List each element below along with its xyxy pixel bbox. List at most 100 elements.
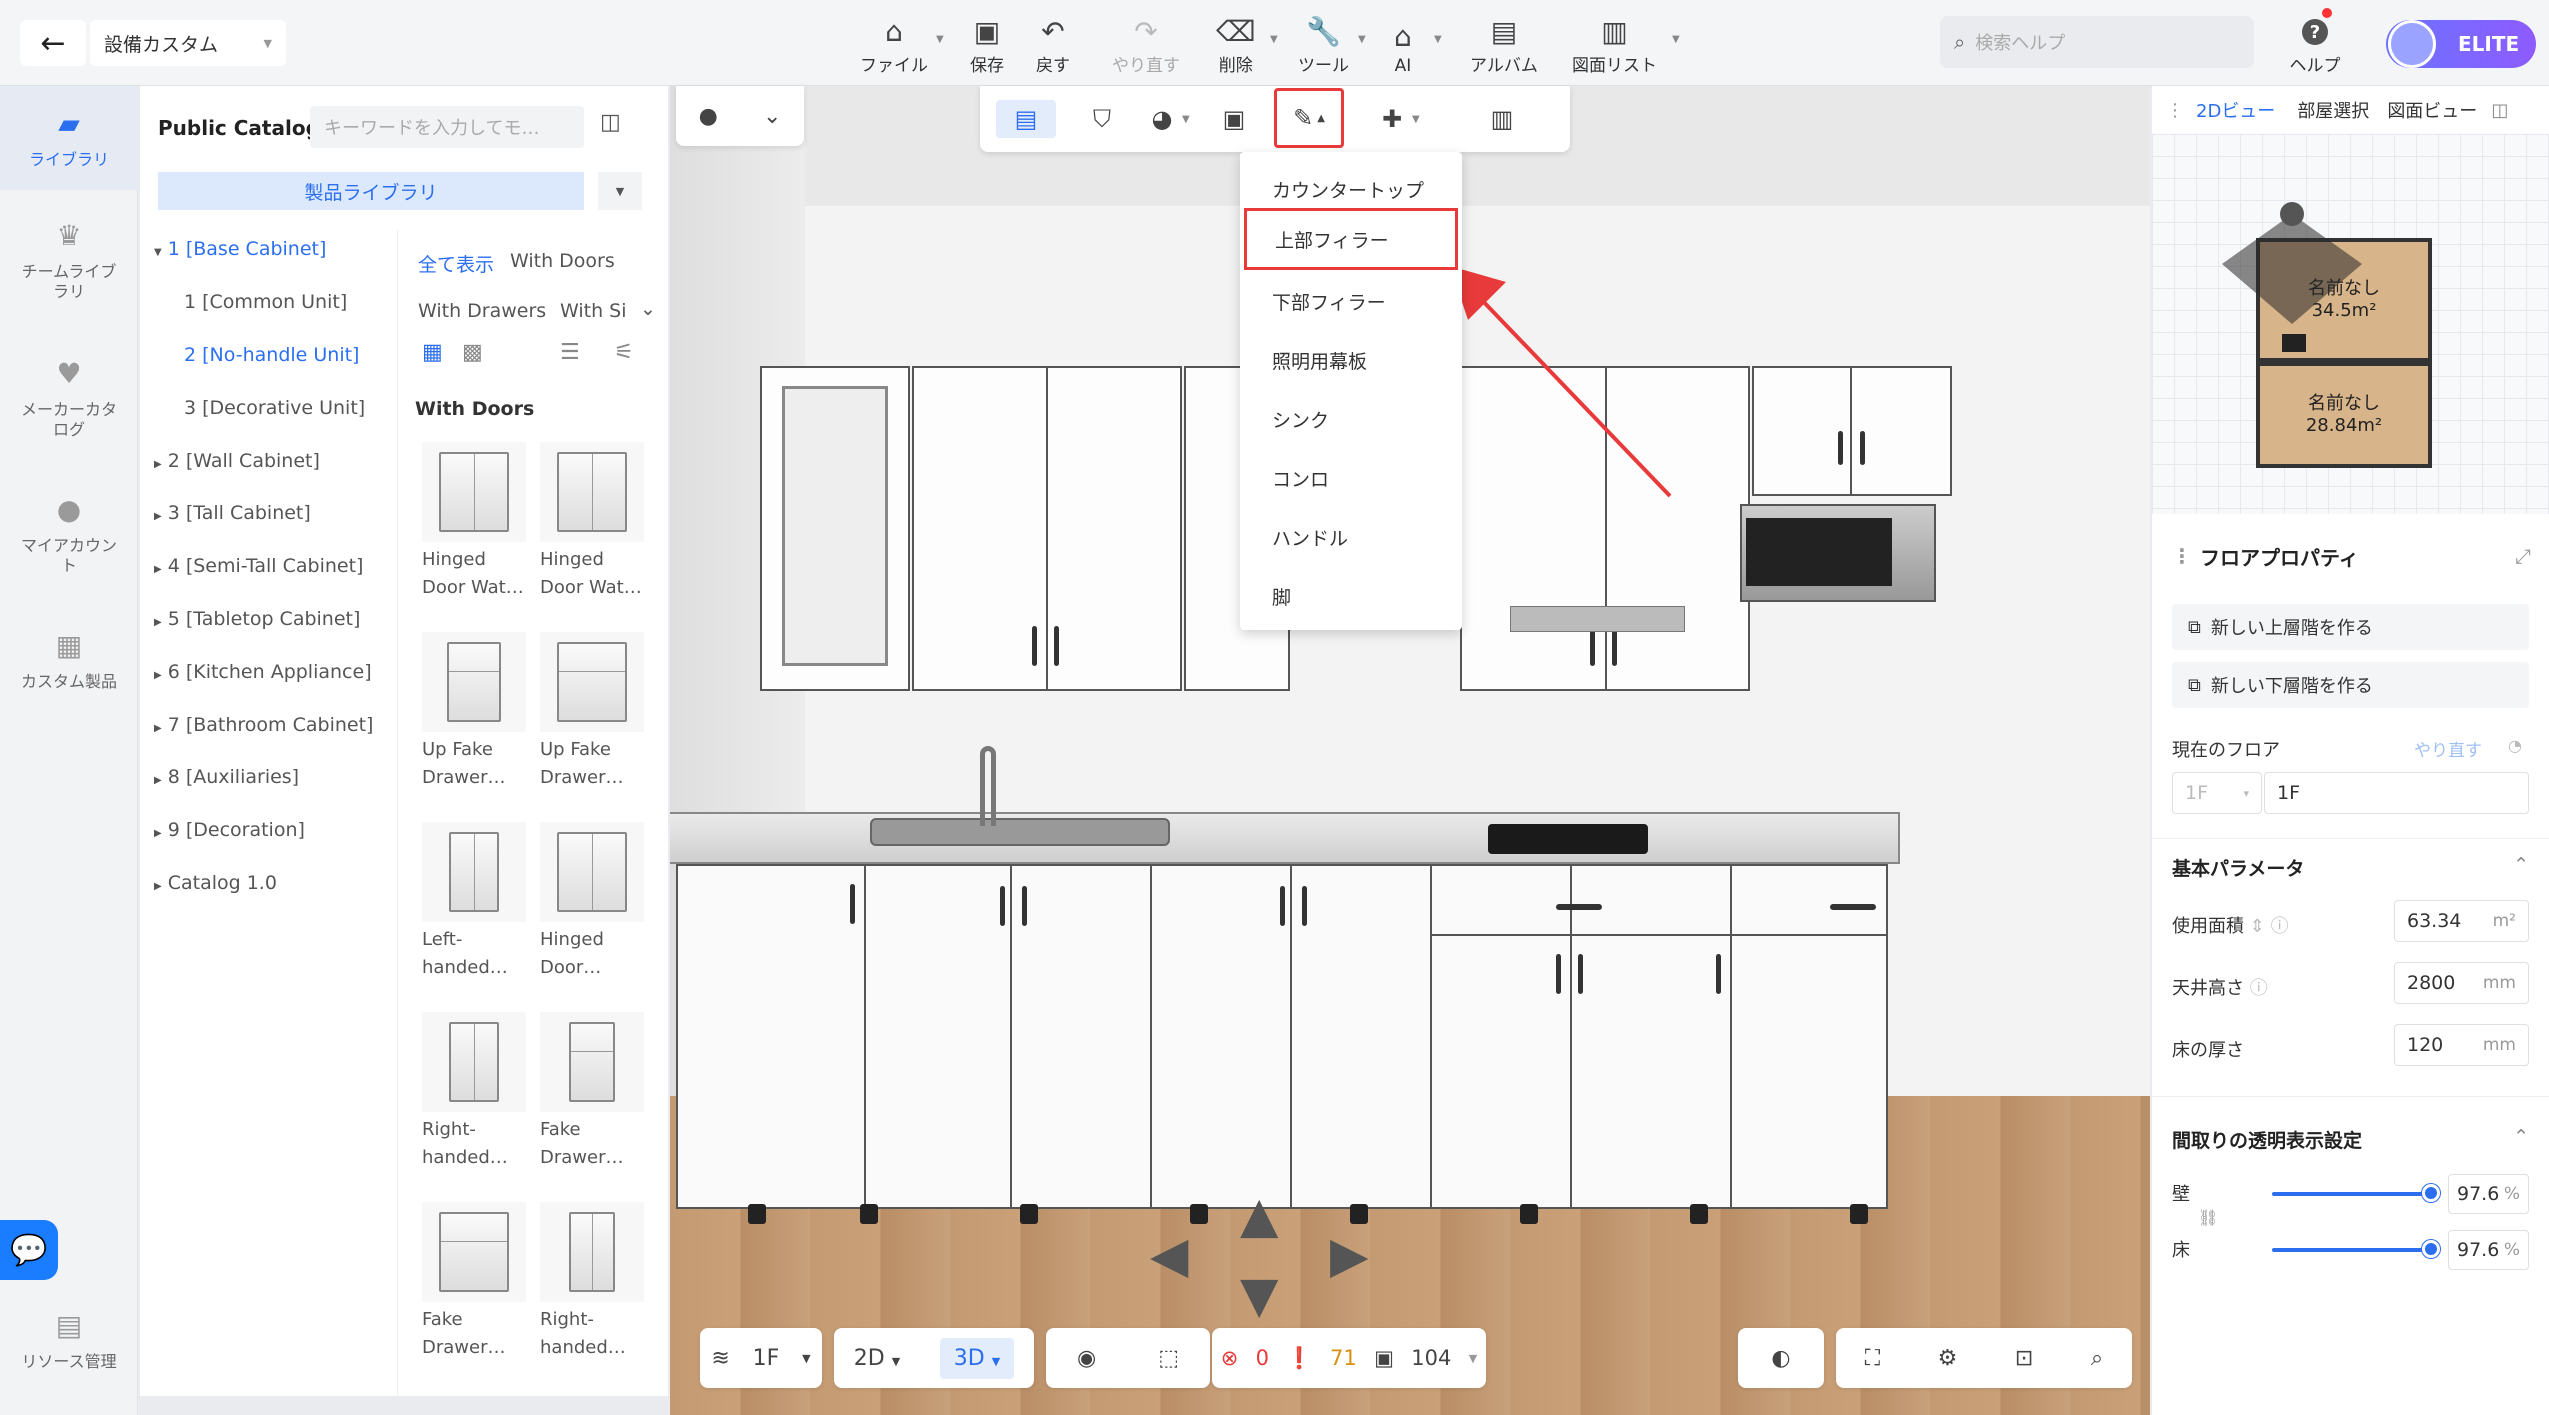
tree-item-kitchen-appliance[interactable]: ▶ 6 [Kitchen Appliance] <box>154 661 384 683</box>
menu-item-sink[interactable]: シンク <box>1240 390 1462 448</box>
tree-item-bathroom-cabinet[interactable]: ▶ 7 [Bathroom Cabinet] <box>154 714 384 736</box>
upper-cabinet-short[interactable] <box>1752 366 1952 496</box>
catalog-search-input[interactable]: キーワードを入力してモ… <box>310 106 584 148</box>
transparency-header[interactable]: 間取りの透明表示設定 ⌃ <box>2172 1126 2529 1153</box>
tree-item-tabletop-cabinet[interactable]: ▶ 5 [Tabletop Cabinet] <box>154 608 384 630</box>
new-upper-floor-button[interactable]: ⧉ 新しい上層階を作る <box>2172 604 2529 650</box>
tree-item-wall-cabinet[interactable]: ▶ 2 [Wall Cabinet] <box>154 450 384 472</box>
frame-select-button[interactable]: ▣ <box>1212 100 1256 138</box>
filter-with-drawers[interactable]: With Drawers <box>418 300 546 322</box>
sort-icon[interactable]: ☰ <box>560 340 580 365</box>
help-search-input[interactable]: ⌕ 検索ヘルプ <box>1940 16 2254 68</box>
menu-item-handle[interactable]: ハンドル <box>1240 508 1462 566</box>
layout-toggle-icon[interactable]: ◫ <box>600 110 621 135</box>
brush-tool-button[interactable]: ✎ ▲ <box>1274 88 1344 148</box>
project-selector[interactable]: 設備カスタム ▼ <box>90 20 286 66</box>
pan-right-arrow[interactable]: ▶ <box>1330 1226 1368 1284</box>
tab-room-select[interactable]: 部屋選択 <box>2297 97 2369 123</box>
paint-roller-button[interactable]: ⛉ <box>1080 100 1124 138</box>
avatar[interactable] <box>2388 20 2436 68</box>
filter-show-all[interactable]: 全て表示 <box>418 250 494 277</box>
history-icon[interactable]: ◔ <box>2508 736 2522 755</box>
help-button[interactable]: ? ヘルプ <box>2280 8 2350 76</box>
product-card[interactable]: Fake Drawer… <box>540 1012 650 1172</box>
tree-item-common-unit[interactable]: 1 [Common Unit] <box>184 291 414 313</box>
tree-item-decoration[interactable]: ▶ 9 [Decoration] <box>154 819 384 841</box>
filter-with-doors[interactable]: With Doors <box>510 250 615 272</box>
cube-icon[interactable]: ⬚ <box>1158 1346 1179 1371</box>
pan-up-arrow[interactable]: ▲ <box>1240 1186 1278 1244</box>
menu-item-upper-filler[interactable]: 上部フィラー <box>1244 208 1458 270</box>
tools-button[interactable]: 🔧 ツール <box>1298 10 1349 77</box>
link-icon[interactable]: ⛓ <box>2198 1208 2218 1227</box>
floor-selector[interactable]: ≋ 1F ▼ <box>700 1328 822 1388</box>
cooktop[interactable] <box>1488 824 1648 854</box>
minimap[interactable]: 名前なし 34.5m² 名前なし 28.84m² <box>2152 134 2549 514</box>
redo-link[interactable]: やり直す <box>2414 736 2482 761</box>
zoom-fit-icon[interactable]: ⛶ <box>1865 1346 1880 1371</box>
tab-drawing-view[interactable]: 図面ビュー <box>2387 97 2477 123</box>
menu-item-leg[interactable]: 脚 <box>1240 567 1462 625</box>
album-button[interactable]: ▤ アルバム <box>1470 10 1538 77</box>
focus-icon[interactable]: ⊡ <box>2015 1346 2033 1371</box>
filter-icon[interactable]: ⚟ <box>614 340 634 365</box>
product-card[interactable]: Up Fake Drawer… <box>540 632 650 792</box>
camera-settings-icon[interactable]: ⚙ <box>1938 1346 1958 1371</box>
chat-button[interactable]: 💬 <box>0 1220 58 1280</box>
floor-level-select[interactable]: 1F ▾ <box>2172 772 2262 814</box>
ceiling-height-input[interactable]: 2800 mm <box>2394 962 2529 1004</box>
redo-button[interactable]: ↷ やり直す <box>1112 10 1180 77</box>
plugin-button[interactable]: ✚ <box>1370 100 1414 138</box>
eye-icon[interactable]: ◉ <box>1077 1346 1096 1371</box>
undo-button[interactable]: ↶ 戻す <box>1036 10 1070 77</box>
sink[interactable] <box>870 818 1170 846</box>
nav-maker-catalog[interactable]: ♥ メーカーカタログ <box>0 354 138 440</box>
product-card[interactable]: Hinged Door Wat… <box>540 442 650 602</box>
tree-item-decorative-unit[interactable]: 3 [Decorative Unit] <box>184 397 414 419</box>
delete-button[interactable]: ⌫ 削除 <box>1216 10 1256 77</box>
library-dropdown-button[interactable]: ▼ <box>598 172 642 210</box>
floor-transparency-slider[interactable] <box>2422 1240 2440 1258</box>
zoom-search-icon[interactable]: ⌕ <box>2091 1346 2103 1371</box>
material-button[interactable]: ◕ <box>1140 100 1184 138</box>
product-card[interactable]: Right-handed… <box>422 1012 532 1172</box>
save-button[interactable]: ▣ 保存 <box>970 10 1004 77</box>
status-indicators[interactable]: ⊗ 0 ❗ 71 ▣ 104 ▼ <box>1212 1328 1486 1388</box>
product-card[interactable]: Hinged Door Wat… <box>422 442 532 602</box>
menu-item-light-valance[interactable]: 照明用幕板 <box>1240 331 1462 389</box>
expand-icon[interactable]: ⤢ <box>2515 544 2531 568</box>
drag-handle-icon[interactable]: ⋮ <box>2166 100 2184 121</box>
tab-2d-view[interactable]: 2Dビュー <box>2196 97 2275 123</box>
product-card[interactable]: Up Fake Drawer… <box>422 632 532 792</box>
nav-resource-management[interactable]: ▤ リソース管理 <box>0 1306 138 1372</box>
select-tool-button[interactable]: ▤ <box>996 100 1056 138</box>
countertop[interactable] <box>670 812 1900 864</box>
view-2d-button[interactable]: 2D ▼ <box>854 1346 900 1371</box>
settings-panel-button[interactable]: ▥ <box>1480 100 1524 138</box>
new-lower-floor-button[interactable]: ⧉ 新しい下層階を作る <box>2172 662 2529 708</box>
tree-item-semi-tall-cabinet[interactable]: ▶ 4 [Semi-Tall Cabinet] <box>154 555 384 577</box>
tree-item-tall-cabinet[interactable]: ▶ 3 [Tall Cabinet] <box>154 502 384 524</box>
filter-with-si[interactable]: With Si <box>560 300 627 322</box>
nav-custom-product[interactable]: ▦ カスタム製品 <box>0 626 138 692</box>
floor-transparency-input[interactable]: 97.6% <box>2448 1230 2529 1270</box>
menu-item-lower-filler[interactable]: 下部フィラー <box>1240 272 1462 330</box>
nav-library[interactable]: ▰ ライブラリ <box>0 86 138 190</box>
ai-button[interactable]: ⌂ AI <box>1394 10 1412 77</box>
wall-transparency-slider[interactable] <box>2422 1184 2440 1202</box>
product-card[interactable]: Hinged Door… <box>540 822 650 982</box>
product-card[interactable]: Fake Drawer… <box>422 1202 532 1362</box>
pan-down-arrow[interactable]: ▼ <box>1240 1266 1278 1324</box>
area-input[interactable]: 63.34 m² <box>2394 900 2529 942</box>
chevron-down-icon[interactable]: ⌄ <box>640 298 656 320</box>
basic-params-header[interactable]: 基本パラメータ ⌃ <box>2172 854 2529 881</box>
tree-item-catalog-1-0[interactable]: ▶ Catalog 1.0 <box>154 872 384 894</box>
toggle-settings-button[interactable]: ◐ <box>1738 1328 1824 1388</box>
camera-mode-selector[interactable]: ● ⌄ <box>676 86 804 146</box>
drag-handle-icon[interactable]: ⋮ <box>2172 544 2192 568</box>
grid-small-icon[interactable]: ▦ <box>422 340 443 365</box>
minimap-room[interactable]: 名前なし 28.84m² <box>2256 362 2432 468</box>
nav-team-library[interactable]: ♛ チームライブラリ <box>0 216 138 302</box>
tree-item-no-handle-unit[interactable]: 2 [No-handle Unit] <box>184 344 414 366</box>
expand-icon[interactable]: ◫ <box>2491 100 2508 121</box>
